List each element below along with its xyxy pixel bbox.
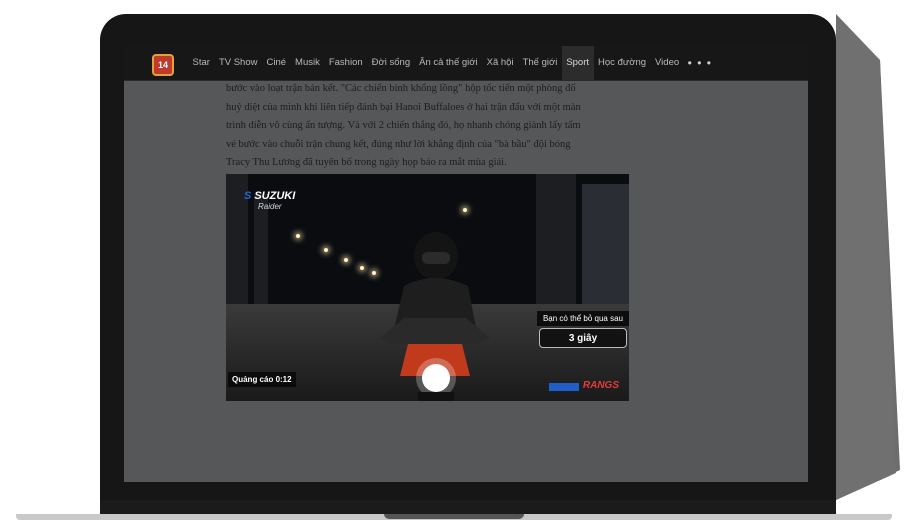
advertiser-brand: RANGS <box>548 380 619 391</box>
street-lamp <box>360 266 364 270</box>
article-body: bước vào loạt trận bán kết. "Các chiến b… <box>226 80 636 173</box>
motorcycle-rider-image <box>380 232 490 401</box>
nav-menu: Star TV Show Ciné Musik Fashion Đời sống… <box>188 46 712 80</box>
street-lamp <box>296 234 300 238</box>
top-navigation-bar: 14 Star TV Show Ciné Musik Fashion Đời s… <box>124 46 808 81</box>
nav-item-tv-show[interactable]: TV Show <box>214 46 262 80</box>
article-line: huỷ diệt của mình khi liên tiếp đánh bại… <box>226 101 581 113</box>
sponsor-logo: S SUZUKI Raider <box>244 190 295 211</box>
nav-item-the-gioi[interactable]: Thế giới <box>518 46 562 80</box>
article-line: trình diễn vô cùng ấn tượng. Và với 2 ch… <box>226 120 581 131</box>
nav-item-an-ca-the-gioi[interactable]: Ăn cả thế giới <box>415 46 483 80</box>
video-player[interactable]: S SUZUKI Raider Bạn có thể bỏ qua sau 3 g… <box>226 174 629 401</box>
screen: 14 Star TV Show Ciné Musik Fashion Đời s… <box>124 46 808 482</box>
skip-ad-button[interactable]: 3 giây <box>539 328 627 348</box>
logo-text: 14 <box>157 60 168 70</box>
street-lamp <box>344 258 348 262</box>
street-lamp <box>324 248 328 252</box>
nav-item-fashion[interactable]: Fashion <box>324 46 367 80</box>
sponsor-tagline: Raider <box>258 202 282 211</box>
nav-item-sport[interactable]: Sport <box>561 46 594 80</box>
article-line: vé bước vào chuỗi trận chung kết, đúng n… <box>226 138 571 150</box>
skip-caption: Bạn có thể bỏ qua sau <box>536 311 629 326</box>
article-line: bước vào loạt trận bán kết. "Các chiến b… <box>226 83 576 94</box>
nav-item-cine[interactable]: Ciné <box>262 46 291 80</box>
ad-timer: Quảng cáo 0:12 <box>228 372 296 387</box>
street-lamp <box>463 208 467 212</box>
more-menu-icon[interactable]: • • • <box>688 56 712 70</box>
nav-item-video[interactable]: Video <box>651 46 684 80</box>
nav-item-star[interactable]: Star <box>188 46 214 80</box>
nav-item-doi-song[interactable]: Đời sống <box>367 46 414 80</box>
laptop-chassis <box>100 500 836 514</box>
suzuki-s-icon: S <box>244 190 252 202</box>
brand-name: RANGS <box>582 380 619 391</box>
nav-item-musik[interactable]: Musik <box>291 46 325 80</box>
sponsor-name: SUZUKI <box>254 190 296 202</box>
site-logo[interactable]: 14 <box>152 54 174 76</box>
article-line: Tracy Thu Lương đã tuyên bố trong ngày h… <box>226 157 507 168</box>
laptop-notch <box>384 514 524 519</box>
nav-item-hoc-duong[interactable]: Học đường <box>594 46 651 80</box>
nav-item-xa-hoi[interactable]: Xã hội <box>482 46 518 80</box>
brand-mark-icon <box>548 383 579 391</box>
